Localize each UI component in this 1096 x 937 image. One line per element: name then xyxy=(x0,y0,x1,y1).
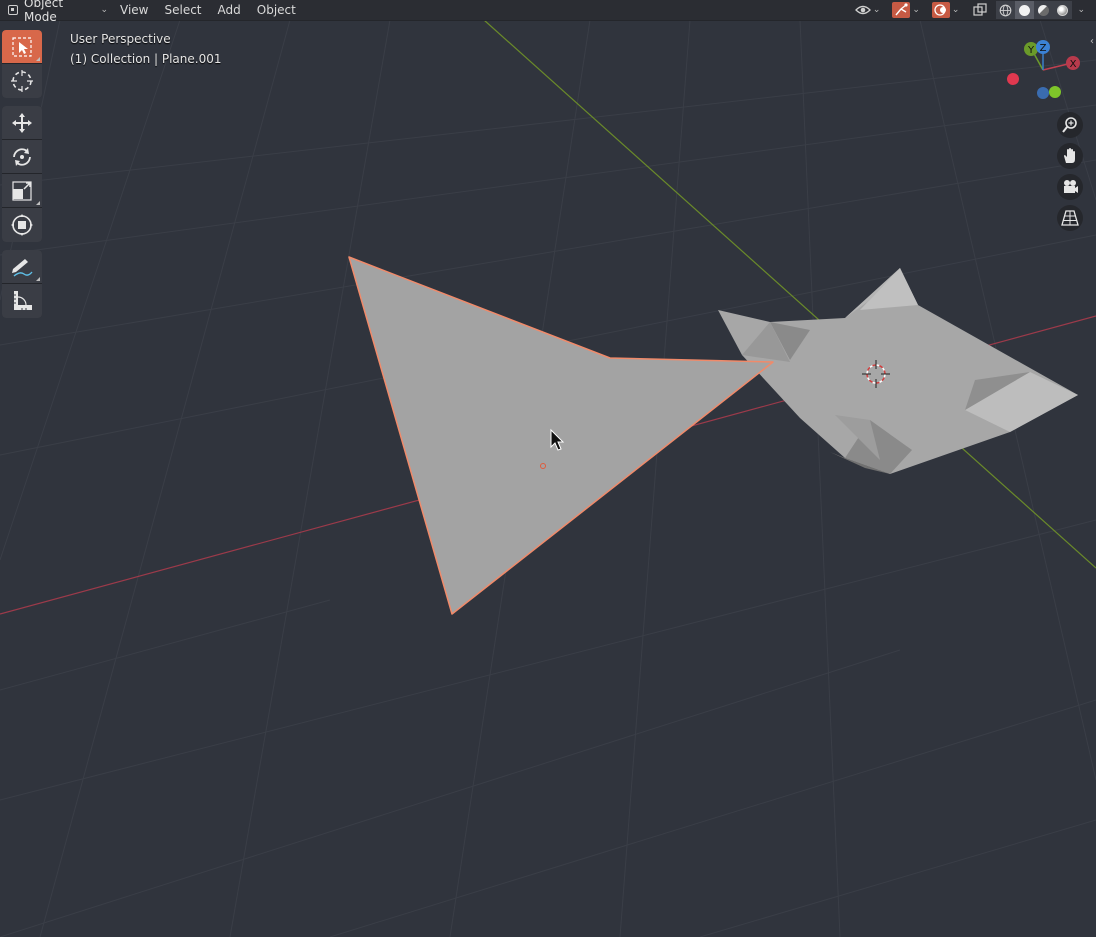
wireframe-shading-button[interactable] xyxy=(996,1,1016,19)
gizmo-neg-x-handle xyxy=(1007,73,1019,85)
rotate-icon xyxy=(13,147,31,166)
scene-canvas[interactable]: X Y Z xyxy=(0,0,1096,937)
visibility-icon xyxy=(854,5,871,15)
submenu-indicator xyxy=(36,277,40,281)
tool-group-select xyxy=(2,30,42,98)
select-box-icon xyxy=(12,36,32,57)
chevron-down-icon: ⌄ xyxy=(100,5,108,15)
crumpled-plane-object xyxy=(718,268,1078,474)
xray-toggle[interactable] xyxy=(970,1,990,19)
gizmo-x-label: X xyxy=(1070,59,1077,70)
measure-ruler-icon xyxy=(14,291,32,310)
gizmo-neg-z-handle xyxy=(1037,87,1049,99)
header-right-controls: ⌄ ⌄ ⌄ ⌄ xyxy=(852,0,1088,20)
tool-cursor[interactable] xyxy=(2,64,42,98)
overlay-icon xyxy=(934,4,946,16)
shading-buttons: ⌄ xyxy=(996,1,1088,19)
tool-group-transform xyxy=(2,106,42,242)
tool-move[interactable] xyxy=(2,106,42,140)
gizmo-y-label: Y xyxy=(1027,45,1035,56)
tool-scale[interactable] xyxy=(2,174,42,208)
sidebar-collapse-icon[interactable]: ‹ xyxy=(1090,36,1094,47)
pan-button[interactable] xyxy=(1057,143,1083,169)
viewport-info: User Perspective (1) Collection | Plane.… xyxy=(70,29,221,69)
solid-shading-button[interactable] xyxy=(1015,1,1035,19)
selected-triangle-object xyxy=(348,256,774,615)
camera-icon xyxy=(1064,180,1078,193)
material-shading-icon xyxy=(1038,4,1050,16)
xray-icon xyxy=(973,3,988,16)
view-name-label: User Perspective xyxy=(70,32,171,46)
wireframe-shading-icon xyxy=(1000,4,1012,16)
submenu-indicator xyxy=(36,201,40,205)
solid-shading-icon xyxy=(1019,4,1031,16)
gizmo-z-label: Z xyxy=(1040,43,1047,54)
gizmo-neg-y-handle xyxy=(1049,86,1061,98)
tool-shelf xyxy=(2,30,42,326)
tool-annotate[interactable] xyxy=(2,250,42,284)
chevron-down-icon: ⌄ xyxy=(912,5,920,15)
menu-view[interactable]: View xyxy=(112,1,156,19)
menu-select[interactable]: Select xyxy=(156,1,209,19)
rendered-shading-icon xyxy=(1057,4,1069,16)
tool-rotate[interactable] xyxy=(2,140,42,174)
visibility-dropdown[interactable]: ⌄ xyxy=(852,1,884,19)
chevron-down-icon: ⌄ xyxy=(1077,5,1085,15)
zoom-icon xyxy=(1062,117,1077,133)
object-mode-icon xyxy=(8,5,18,15)
viewport-header: Object Mode ⌄ View Select Add Object ⌄ ⌄… xyxy=(0,0,1096,24)
navigation-gizmo[interactable]: X Y Z xyxy=(1007,40,1080,99)
tool-measure[interactable] xyxy=(2,284,42,318)
pan-hand-icon xyxy=(1064,148,1075,163)
gizmo-icon xyxy=(895,3,908,16)
perspective-grid-icon xyxy=(1061,210,1079,226)
scale-icon xyxy=(12,180,32,201)
collection-info-label: (1) Collection | Plane.001 xyxy=(70,52,222,66)
3d-viewport[interactable]: X Y Z Object Mode ⌄ View Select Add Obje… xyxy=(0,0,1096,937)
mode-label: Object Mode xyxy=(24,0,64,24)
tool-group-annotate xyxy=(2,250,42,318)
move-icon xyxy=(12,112,32,133)
rendered-shading-button[interactable] xyxy=(1053,1,1073,19)
camera-view-button[interactable] xyxy=(1057,174,1083,200)
annotate-pencil-icon xyxy=(12,258,33,277)
mode-dropdown[interactable]: Object Mode ⌄ xyxy=(4,0,112,24)
chevron-down-icon: ⌄ xyxy=(872,5,881,15)
submenu-indicator xyxy=(36,57,40,61)
transform-icon xyxy=(11,214,33,236)
perspective-toggle-button[interactable] xyxy=(1057,205,1083,231)
shading-options-dropdown[interactable]: ⌄ xyxy=(1072,1,1088,19)
overlay-toggle[interactable]: ⌄ xyxy=(929,1,963,19)
menu-add[interactable]: Add xyxy=(210,1,249,19)
material-shading-button[interactable] xyxy=(1034,1,1054,19)
menu-object[interactable]: Object xyxy=(249,1,304,19)
cursor-icon xyxy=(11,70,33,92)
gizmo-toggle[interactable]: ⌄ xyxy=(889,1,923,19)
zoom-button[interactable] xyxy=(1057,112,1083,138)
tool-transform[interactable] xyxy=(2,208,42,242)
tool-select-box[interactable] xyxy=(2,30,42,64)
chevron-down-icon: ⌄ xyxy=(951,5,960,15)
